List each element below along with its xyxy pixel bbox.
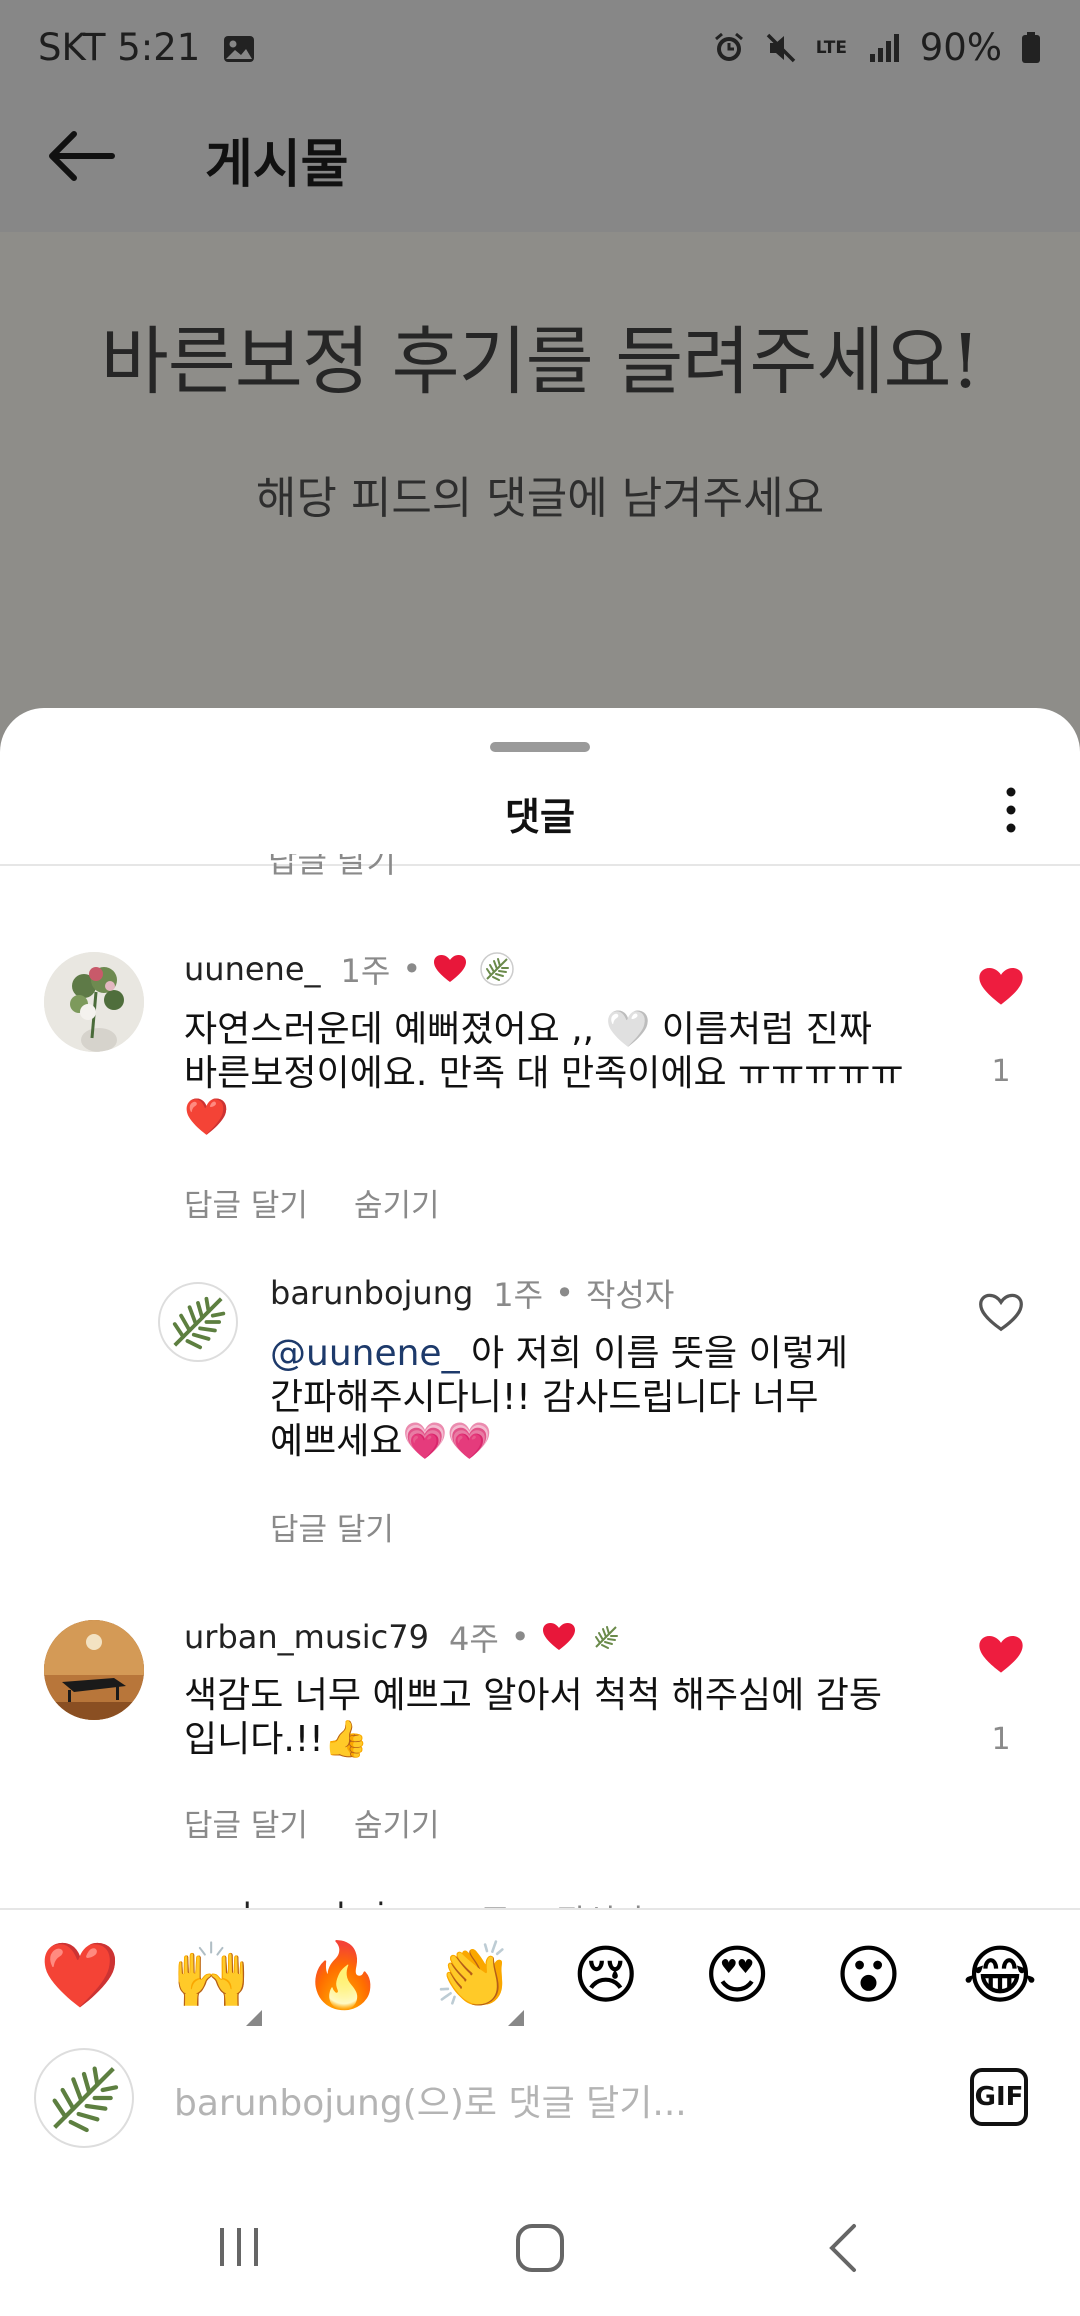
skin-tone-indicator-icon <box>246 2010 262 2026</box>
author-liked-heart-icon <box>434 955 467 982</box>
comment-line: 입니다.!!👍 <box>184 1719 369 1760</box>
clipped-bullet: • <box>170 1896 189 1908</box>
author-liked-heart-icon <box>542 1623 575 1650</box>
drag-handle[interactable] <box>490 742 590 752</box>
clipped-action-label: 답글 달기 <box>268 854 396 876</box>
post-subtitle: 해당 피드의 댓글에 남겨주세요 <box>255 473 825 524</box>
mute-icon <box>766 33 795 62</box>
clipped-next-reply: • barunbojung 4주 • 작성자 <box>170 1890 970 1908</box>
reply-actions: 답글 달기 <box>270 1504 394 1549</box>
back-nav-icon[interactable] <box>822 2222 866 2274</box>
clipped-next-reply-header: • barunbojung 4주 • 작성자 <box>170 1896 970 1908</box>
emoji-fire-button[interactable]: 🔥 <box>293 1936 393 2016</box>
comment-line: 바른보정이에요. 만족 대 만족이에요 ㅠㅠㅠㅠㅠ <box>184 1053 904 1094</box>
leaf-author-avatar-icon <box>594 1626 618 1649</box>
comment-time: 1주 <box>493 1276 544 1314</box>
system-nav-bar <box>0 2200 1080 2316</box>
reply-text: @uunene_ 아 저희 이름 뜻을 이렇게 간파해주시다니!! 감사드립니다… <box>270 1332 910 1464</box>
author-badge: 작성자 <box>585 1276 675 1314</box>
gif-button[interactable]: GIF <box>970 2068 1028 2126</box>
dot-separator: • <box>555 1274 574 1312</box>
status-left: SKT 5:21 <box>38 26 256 69</box>
comment-actions: 답글 달기 숨기기 <box>184 1800 440 1845</box>
emoji-laughing-button[interactable]: 😂 <box>950 1936 1050 2016</box>
home-icon[interactable] <box>514 2222 566 2274</box>
like-count: 1 <box>991 1722 1011 1757</box>
reply-button[interactable]: 답글 달기 <box>184 1180 308 1225</box>
status-right: LTE 90% <box>712 26 1042 69</box>
comment-line: 색감도 너무 예쁘고 알아서 척척 해주심에 감동 <box>184 1675 882 1716</box>
comment-line: ❤️ <box>184 1097 229 1138</box>
avatar[interactable] <box>158 1282 238 1362</box>
flower-avatar-icon <box>44 952 144 1052</box>
post-title: 바른보정 후기를 들려주세요! <box>100 319 981 405</box>
comment-username[interactable]: barunbojung <box>270 1274 473 1312</box>
clipped-author-badge: 작성자 <box>557 1896 645 1908</box>
mention-link[interactable]: @uunene_ <box>270 1333 460 1374</box>
current-user-avatar <box>34 2048 134 2148</box>
comment-text: 자연스러운데 예뻐졌어요 ,, 🤍 이름처럼 진짜 바른보정이에요. 만족 대 … <box>184 1008 904 1140</box>
comment-header: urban_music79 4주 • <box>184 1614 624 1660</box>
leaf-author-avatar-icon <box>480 952 514 986</box>
reply-button[interactable]: 답글 달기 <box>184 1800 308 1845</box>
comment-line: 자연스러운데 예뻐졌어요 ,, 🤍 이름처럼 진짜 <box>184 1009 872 1050</box>
emoji-crying-button[interactable]: 😢 <box>556 1936 656 2016</box>
page-title: 게시물 <box>205 135 349 195</box>
dot-separator: • <box>524 1896 543 1908</box>
reply-header: barunbojung 1주 • 작성자 <box>270 1270 674 1316</box>
like-heart-outline-icon[interactable] <box>978 1292 1024 1334</box>
emoji-heart-eyes-button[interactable]: 😍 <box>687 1936 787 2016</box>
reply-button[interactable]: 답글 달기 <box>270 1512 394 1548</box>
emoji-bar: ❤️ 🙌 🔥 👏 😢 😍 😮 😂 <box>30 1936 1050 2016</box>
comment-line: 아 저희 이름 뜻을 이렇게 <box>459 1333 848 1374</box>
back-arrow-icon[interactable] <box>42 124 122 188</box>
emoji-surprised-button[interactable]: 😮 <box>819 1936 919 2016</box>
signal-icon <box>869 33 899 62</box>
comment-username[interactable]: uunene_ <box>184 950 321 988</box>
comment-text: 색감도 너무 예쁘고 알아서 척척 해주심에 감동 입니다.!!👍 <box>184 1674 904 1762</box>
image-notification-icon <box>224 36 255 62</box>
dot-separator: • <box>510 1618 530 1656</box>
piano-room-avatar-icon <box>44 1620 144 1720</box>
clipped-time: 4주 <box>460 1896 510 1908</box>
hide-button[interactable]: 숨기기 <box>354 1800 440 1845</box>
comment-username[interactable]: urban_music79 <box>184 1618 429 1656</box>
comment-line: 예쁘세요💗💗 <box>270 1421 493 1462</box>
top-header <box>0 100 1080 232</box>
avatar[interactable] <box>44 1620 144 1720</box>
battery-icon <box>1022 31 1040 63</box>
emoji-raised-hands-button[interactable]: 🙌 <box>161 1936 261 2016</box>
avatar[interactable] <box>44 952 144 1052</box>
alarm-icon <box>714 32 743 61</box>
status-bar: SKT 5:21 LTE 90% <box>0 0 1080 100</box>
emoji-clapping-button[interactable]: 👏 <box>424 1936 524 2016</box>
comment-input[interactable]: barunbojung(으)로 댓글 달기... <box>174 2074 934 2126</box>
battery-percent: 90% <box>919 26 1002 69</box>
emoji-bar-divider <box>0 1908 1080 1910</box>
comment-actions: 답글 달기 숨기기 <box>184 1180 440 1225</box>
like-heart-filled-icon[interactable] <box>978 966 1024 1008</box>
like-count: 1 <box>991 1054 1011 1089</box>
comment-time: 1주 <box>340 952 391 990</box>
comment-line: 간파해주시다니!! 감사드립니다 너무 <box>270 1377 819 1418</box>
sheet-title: 댓글 <box>505 795 575 839</box>
more-options-icon[interactable] <box>996 784 1026 836</box>
like-heart-filled-icon[interactable] <box>978 1634 1024 1676</box>
leaf-avatar-icon <box>52 2066 119 2133</box>
comment-time: 4주 <box>448 1620 499 1658</box>
hide-button[interactable]: 숨기기 <box>354 1180 440 1225</box>
skin-tone-indicator-icon <box>508 2010 524 2026</box>
header-divider <box>0 864 1080 866</box>
comment-header: uunene_ 1주 • <box>184 946 515 992</box>
leaf-avatar-icon <box>172 1296 226 1350</box>
recent-apps-icon[interactable] <box>214 2222 264 2272</box>
network-type: LTE <box>815 37 847 58</box>
clipped-username: barunbojung <box>243 1896 446 1908</box>
clipped-reply-action: 답글 달기 <box>268 854 396 876</box>
dot-separator: • <box>402 950 422 988</box>
emoji-heart-button[interactable]: ❤️ <box>30 1936 130 2016</box>
carrier-time: SKT 5:21 <box>38 26 201 69</box>
